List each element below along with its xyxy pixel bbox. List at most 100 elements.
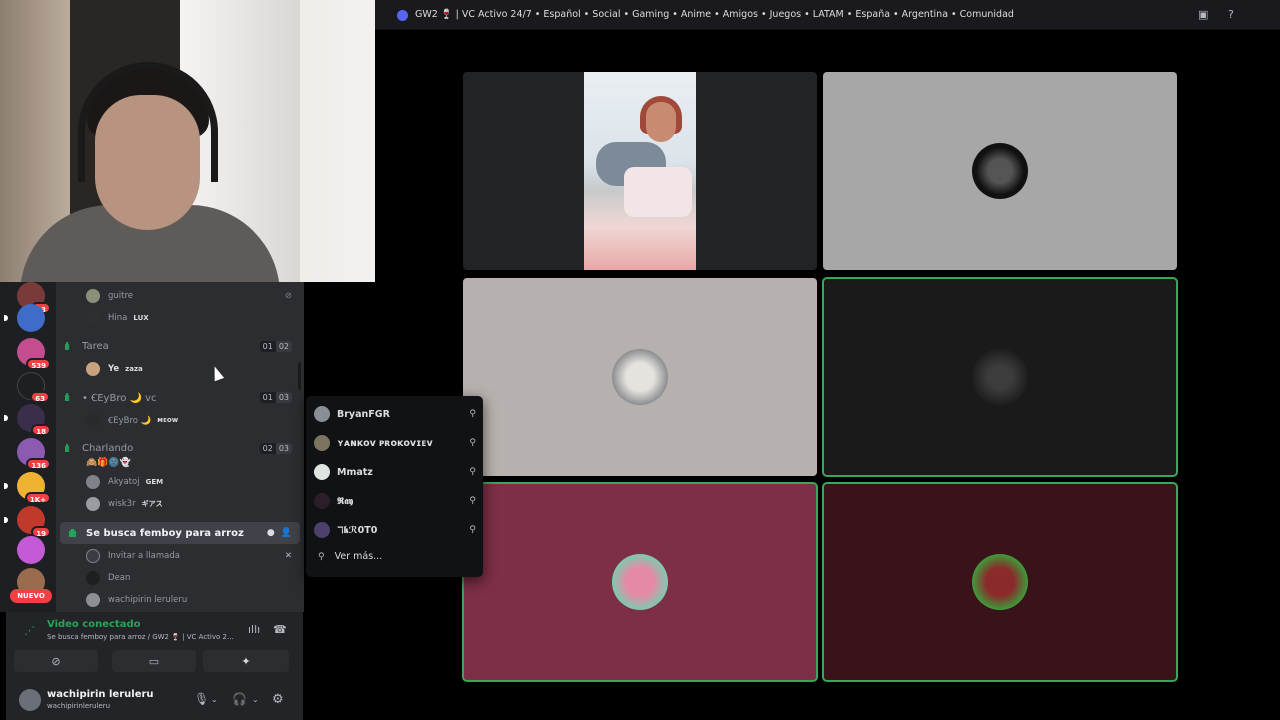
member-tag: zaza [125,365,143,373]
user-name[interactable]: wachipirin leruleru [47,689,154,700]
avatar [86,289,100,303]
server-icon-8[interactable]: 19 [4,506,51,538]
member-tag: GEM [145,478,164,486]
streamer-webcam [0,0,375,282]
popup-user[interactable]: 𝕽𝖆𝖞 ⚲ [314,488,476,514]
voice-member[interactable]: ꞒEyBro 🌙 ᴍᴇᴏᴡ [86,410,298,430]
user-handle: wachipirinleruleru [47,702,111,710]
mention-badge: 18 [31,424,51,436]
member-name: Ye [108,364,120,374]
activities-icon[interactable]: ✦ [203,650,289,672]
server-icon-3[interactable]: 539 [17,338,51,370]
add-user-icon[interactable]: 👤 [281,528,292,538]
channel-scrollbar[interactable] [298,362,301,390]
channel-name: Charlando [82,442,134,454]
muted-icon: ⊘ [284,291,292,301]
chat-bubble-icon[interactable]: ● [267,528,275,538]
waveform-icon[interactable]: ıllı [248,623,260,636]
add-user-icon: ⚲ [318,551,325,562]
avatar [314,435,330,451]
user-count: 02 03 [259,442,292,454]
voice-member[interactable]: wisk3r ギアス [86,494,298,514]
avatar [86,571,100,585]
avatar [612,554,668,610]
server-icon-7[interactable]: 1K+ [4,472,51,504]
avatar [972,554,1028,610]
popup-user[interactable]: Mmatz ⚲ [314,459,476,485]
disconnect-icon[interactable]: ☎ [273,623,287,636]
waveform-icon: ıllı [64,339,70,353]
add-user-icon[interactable]: ⚲ [469,496,476,506]
server-icon-9[interactable] [17,536,45,564]
window-titlebar: GW2 🍷 | VC Activo 24/7 • Español • Socia… [375,0,1280,30]
voice-member[interactable]: Hina LUX [86,308,298,328]
voice-member[interactable]: Akyatoj GEM [86,472,298,492]
video-tile-3[interactable] [463,278,817,476]
help-icon[interactable]: ? [1228,8,1234,21]
video-tile-4[interactable] [822,277,1178,477]
video-tile-5[interactable] [462,482,818,682]
screen-share-icon[interactable]: ▭ [112,650,196,672]
popup-user[interactable]: BryanFGR ⚲ [314,401,476,427]
chevron-down-icon[interactable]: ⌄ [252,695,259,704]
see-more-link[interactable]: ⚲ Ver más... [318,551,382,562]
user-count: 01 03 [259,391,292,403]
avatar [86,497,100,511]
video-tile-1[interactable] [463,72,817,270]
waveform-icon: ıllı [64,441,70,455]
add-user-icon[interactable]: ⚲ [469,525,476,535]
member-tag: ᴍᴇᴏᴡ [157,416,179,424]
popup-user-name: ℸ𝖐ℛ0T0 [337,524,378,536]
camera-off-icon[interactable]: ⊘ [14,650,98,672]
video-tile-2[interactable] [823,72,1177,270]
server-icon-4[interactable]: 63 [17,372,50,403]
popup-user-name: BryanFGR [337,408,390,420]
popup-user-name: 𝕽𝖆𝖞 [337,495,354,507]
settings-icon[interactable]: ⚙ [272,692,284,707]
voice-channel-active[interactable]: ıllı Se busca femboy para arroz ● 👤 [60,522,300,544]
member-name: wisk3r [108,499,136,509]
channel-list: guitre ⊘ Hina LUX ıllı Tarea 01 02 Ye zaz… [56,282,304,612]
popup-user[interactable]: ʏᴀɴᴋᴏᴠ ᴘʀᴏᴋᴏᴠɪᴇᴠ ⚲ [314,430,476,456]
server-icon-6[interactable]: 136 [17,438,51,470]
add-user-icon[interactable]: ⚲ [469,438,476,448]
popup-user[interactable]: ℸ𝖐ℛ0T0 ⚲ [314,517,476,543]
headphones-icon[interactable]: 🎧 [232,692,247,706]
close-icon[interactable]: ✕ [285,551,292,561]
avatar [86,362,100,376]
member-name: Hina [108,313,128,323]
avatar [314,406,330,422]
user-count: 01 02 [259,340,292,352]
avatar [86,475,100,489]
channel-icon [397,10,408,21]
mic-icon[interactable]: 🎙 [194,692,209,706]
add-user-icon [86,549,100,563]
invite-to-call[interactable]: Invitar a llamada ✕ [86,546,298,566]
new-badge: NUEVO [10,589,52,603]
connection-status[interactable]: Video conectado [47,619,140,630]
voice-channel-eybro[interactable]: ıllı • ꞒEyBro 🌙 vc 01 03 [56,386,302,408]
server-icon-5[interactable]: 18 [4,404,51,436]
server-rail: 13 539 63 18 136 1K+ 19 [0,282,56,612]
participants-popup: BryanFGR ⚲ ʏᴀɴᴋᴏᴠ ᴘʀᴏᴋᴏᴠɪᴇᴠ ⚲ Mmatz ⚲ 𝕽𝖆… [306,396,483,577]
avatar[interactable] [19,689,41,711]
voice-member[interactable]: Dean [86,568,298,588]
add-user-icon[interactable]: ⚲ [469,409,476,419]
server-icon-2[interactable] [4,304,45,332]
add-user-icon[interactable]: ⚲ [469,467,476,477]
voice-member[interactable]: guitre ⊘ [86,286,298,306]
voice-channel-tarea[interactable]: ıllı Tarea 01 02 [56,335,302,357]
mention-badge: 1K+ [24,492,51,504]
member-name: Dean [108,573,131,583]
voice-member[interactable]: wachipirin leruleru [86,590,298,610]
voice-member[interactable]: Ye zaza [86,359,298,379]
member-name: wachipirin leruleru [108,595,188,605]
avatar [86,413,100,427]
inbox-icon[interactable]: ▣ [1198,8,1208,21]
connection-location[interactable]: Se busca femboy para arroz / GW2 🍷 | VC … [47,633,242,641]
avatar [314,522,330,538]
signal-icon[interactable]: ⋰ [24,624,35,637]
user-panel: wachipirin leruleru wachipirinleruleru 🎙… [6,684,303,720]
chevron-down-icon[interactable]: ⌄ [211,695,218,704]
video-tile-6[interactable] [822,482,1178,682]
